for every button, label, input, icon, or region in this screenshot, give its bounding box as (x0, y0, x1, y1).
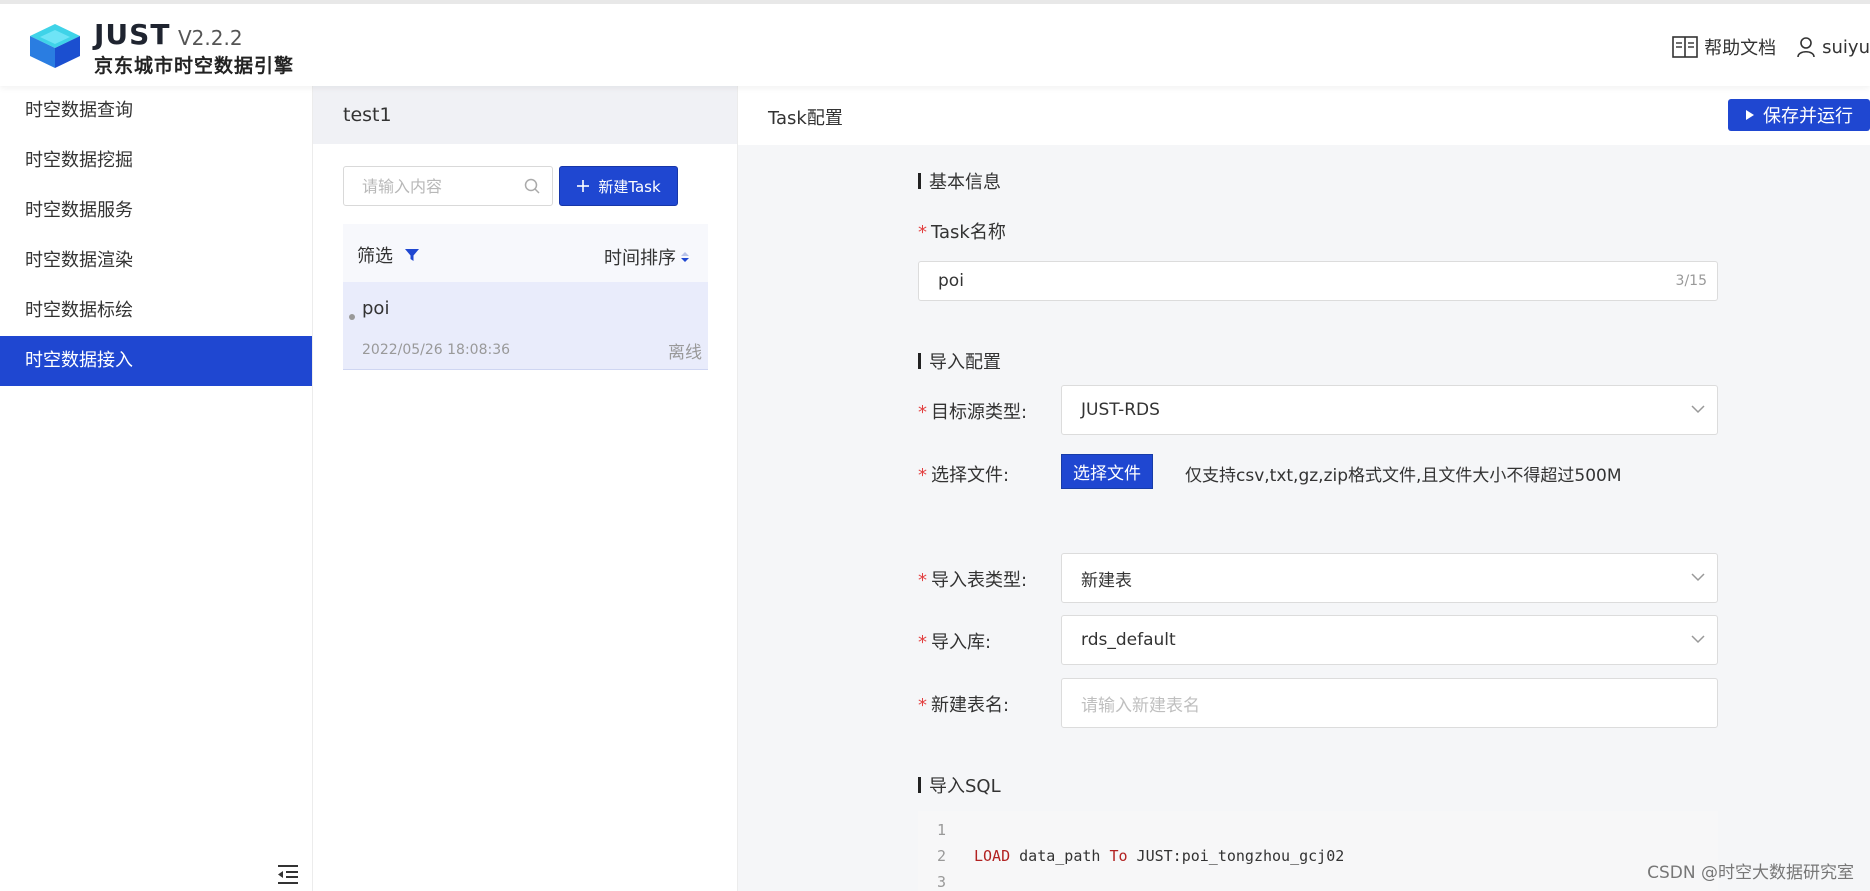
sidebar-item-render[interactable]: 时空数据渲染 (0, 236, 312, 286)
sql-editor[interactable]: 1 2 3 LOAD data_path To JUST:poi_tongzho… (918, 811, 1718, 891)
user-icon (1797, 37, 1815, 58)
sql-code-line: LOAD data_path To JUST:poi_tongzhou_gcj0… (974, 847, 1345, 865)
config-header: Task配置 保存并运行 (738, 86, 1870, 145)
table-type-label: * 导入表类型: (918, 570, 1028, 591)
brand-subtitle: 京东城市时空数据引擎 (94, 55, 295, 77)
section-import-sql: 导入SQL (918, 772, 1001, 798)
task-name-input[interactable]: poi 3/15 (918, 261, 1718, 301)
sort-arrows-icon (681, 252, 689, 262)
target-type-select[interactable]: JUST-RDS (1061, 385, 1718, 435)
new-table-input[interactable]: 请输入新建表名 (1061, 678, 1718, 728)
section-basic-info: 基本信息 (918, 168, 1001, 194)
user-name: suiyu (1822, 36, 1870, 58)
task-status: 离线 (668, 343, 702, 363)
status-dot (349, 314, 355, 320)
chevron-down-icon (1691, 635, 1705, 644)
filter-funnel-icon (405, 249, 419, 261)
sidebar-item-plot[interactable]: 时空数据标绘 (0, 286, 312, 336)
task-name-label: * Task名称 (918, 222, 1006, 243)
line-number: 1 (936, 821, 946, 839)
save-and-run-button[interactable]: 保存并运行 (1728, 99, 1870, 131)
collapse-menu-icon[interactable] (276, 863, 300, 885)
sidebar-item-ingest[interactable]: 时空数据接入 (0, 336, 312, 386)
time-sort-label: 时间排序 (604, 248, 676, 269)
line-number: 3 (936, 873, 946, 891)
line-number: 2 (936, 847, 946, 865)
db-label: * 导入库: (918, 632, 992, 653)
help-docs-label: 帮助文档 (1704, 38, 1777, 59)
new-task-button[interactable]: 新建Task (559, 166, 678, 206)
filter-label: 筛选 (357, 246, 393, 267)
sidebar-item-service[interactable]: 时空数据服务 (0, 186, 312, 236)
task-list-item[interactable]: poi 2022/05/26 18:08:36 离线 (343, 282, 708, 370)
filter-control[interactable]: 筛选 (357, 242, 419, 268)
file-label: * 选择文件: (918, 465, 1010, 486)
task-list-header: 筛选 时间排序 (343, 224, 708, 282)
new-task-label: 新建Task (598, 177, 661, 196)
brand-name: JUST (94, 18, 171, 51)
version-label: V2.2.2 (178, 26, 243, 50)
time-sort-control[interactable]: 时间排序 (604, 244, 690, 270)
db-select[interactable]: rds_default (1061, 615, 1718, 665)
project-title: test1 (313, 86, 737, 144)
book-icon (1672, 36, 1698, 58)
sidebar: 时空数据查询 时空数据挖掘 时空数据服务 时空数据渲染 时空数据标绘 时空数据接… (0, 86, 313, 891)
file-hint: 仅支持csv,txt,gz,zip格式文件,且文件大小不得超过500M (1185, 466, 1622, 486)
target-type-label: * 目标源类型: (918, 402, 1028, 423)
task-config-panel: Task配置 保存并运行 基本信息 * Task名称 poi 3/15 导入配置 … (738, 86, 1870, 891)
config-title: Task配置 (768, 108, 843, 129)
watermark: CSDN @时空大数据研究室 (1647, 863, 1854, 883)
char-counter: 3/15 (1675, 273, 1707, 289)
new-table-label: * 新建表名: (918, 695, 1010, 716)
top-header: JUST V2.2.2 京东城市时空数据引擎 帮助文档 suiyu (0, 0, 1870, 86)
task-list-panel: test1 新建Task 筛选 时间排序 poi 2022/05/26 18 (313, 86, 738, 891)
play-icon (1746, 110, 1754, 120)
just-logo-icon (30, 24, 80, 68)
choose-file-button[interactable]: 选择文件 (1061, 454, 1153, 489)
user-menu[interactable]: suiyu (1796, 36, 1870, 58)
search-input[interactable] (343, 166, 553, 206)
task-name: poi (362, 298, 390, 319)
sidebar-item-mining[interactable]: 时空数据挖掘 (0, 136, 312, 186)
task-timestamp: 2022/05/26 18:08:36 (362, 342, 511, 358)
save-and-run-label: 保存并运行 (1763, 106, 1853, 127)
chevron-down-icon (1691, 573, 1705, 582)
header-actions: 帮助文档 suiyu (1672, 34, 1870, 60)
help-docs-link[interactable]: 帮助文档 (1672, 34, 1776, 60)
sidebar-item-query[interactable]: 时空数据查询 (0, 86, 312, 136)
search-icon[interactable] (523, 177, 541, 195)
chevron-down-icon (1691, 405, 1705, 414)
table-type-select[interactable]: 新建表 (1061, 553, 1718, 603)
plus-icon (577, 180, 590, 192)
section-import-config: 导入配置 (918, 348, 1001, 374)
